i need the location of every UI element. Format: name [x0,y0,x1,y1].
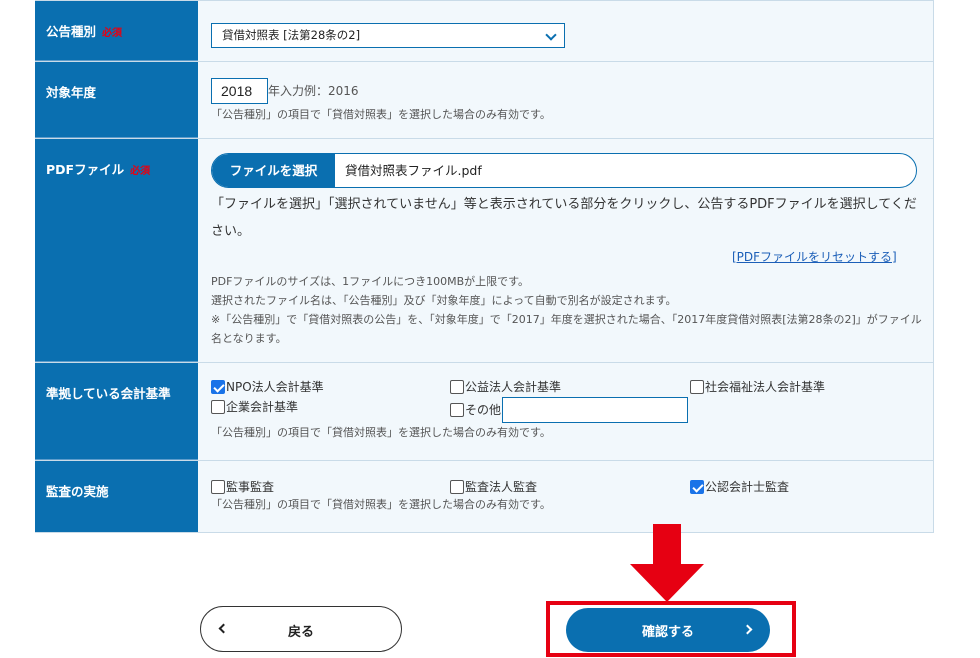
checkbox-public-interest-standard[interactable]: 公益法人会計基準 [450,378,561,395]
checkbox-icon [211,479,225,494]
reset-pdf-link[interactable]: [PDFファイルをリセットする] [732,248,897,265]
checkbox-icon [450,479,464,494]
checkbox-icon [211,399,225,414]
fiscal-year-input[interactable]: 2018 [211,78,268,104]
label-accounting-standard: 準拠している会計基準 [35,363,198,460]
down-arrow-icon [630,524,704,602]
choose-file-button[interactable]: ファイルを選択 [212,154,335,187]
checkbox-corporate-standard[interactable]: 企業会計基準 [211,398,298,415]
checkbox-checked-icon [690,479,704,494]
checkbox-icon [450,402,464,417]
row-fiscal-year: 対象年度 [35,62,934,139]
checkbox-audit-firm[interactable]: 監査法人監査 [450,478,537,495]
checkbox-cpa-audit[interactable]: 公認会計士監査 [690,478,789,495]
checkbox-icon [690,379,704,394]
value-audit [198,461,934,532]
checkbox-social-welfare-standard[interactable]: 社会福祉法人会計基準 [690,378,825,395]
label-pdf-file: PDFファイル 必須 [35,139,198,362]
selected-file-name: 貸借対照表ファイル.pdf [345,163,482,178]
checkbox-npo-standard[interactable]: NPO法人会計基準 [211,378,324,395]
other-standard-input[interactable] [502,397,688,423]
required-badge: 必須 [130,166,151,177]
checkbox-auditor-audit[interactable]: 監事監査 [211,478,274,495]
required-badge: 必須 [102,28,123,39]
label-fiscal-year: 対象年度 [35,62,198,138]
checkbox-icon [450,379,464,394]
confirm-button[interactable]: 確認する [566,608,770,652]
checkbox-checked-icon [211,379,225,394]
checkbox-other-standard[interactable]: その他 [450,401,501,418]
label-audit: 監査の実施 [35,461,198,532]
back-button[interactable]: 戻る [200,606,402,652]
value-fiscal-year [198,62,934,138]
pdf-file-picker[interactable]: ファイルを選択 貸借対照表ファイル.pdf [211,153,917,188]
notice-type-select[interactable]: 貸借対照表 [法第28条の2] [211,23,565,48]
form-table: 公告種別 必須 対象年度 PDFファイル 必須 準拠している会計基準 監査の実施 [35,0,934,533]
label-notice-type: 公告種別 必須 [35,1,198,61]
row-audit: 監査の実施 [35,461,934,533]
chevron-down-icon [545,29,557,41]
